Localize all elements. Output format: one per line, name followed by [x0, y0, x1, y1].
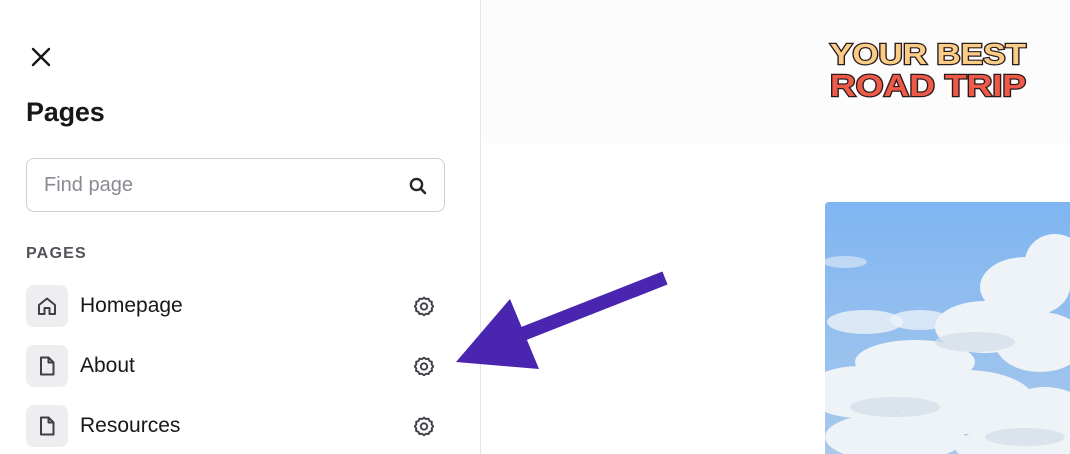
logo-line-2: ROAD TRIP: [830, 68, 1026, 103]
page-icon-box: [26, 285, 68, 327]
site-preview: YOUR BEST ROAD TRIP: [482, 0, 1070, 454]
search-input[interactable]: [44, 159, 404, 211]
page-label: Resources: [80, 414, 181, 437]
preview-header: YOUR BEST ROAD TRIP: [482, 0, 1070, 143]
section-label-pages: PAGES: [26, 245, 87, 262]
page-item-about[interactable]: About: [26, 345, 446, 405]
close-button[interactable]: [27, 43, 55, 71]
search-icon[interactable]: [408, 176, 428, 196]
find-page-search[interactable]: [26, 158, 445, 212]
page-label: Homepage: [80, 294, 183, 317]
site-logo[interactable]: YOUR BEST ROAD TRIP: [828, 34, 1032, 104]
page-label: About: [80, 354, 135, 377]
close-icon: [31, 47, 51, 67]
app-frame: Pages PAGES Homepage: [0, 0, 1070, 454]
page-settings-button[interactable]: [411, 414, 437, 440]
hero-image: [825, 202, 1070, 454]
page-settings-button[interactable]: [411, 354, 437, 380]
home-icon: [38, 297, 56, 315]
logo-line-1: YOUR BEST: [830, 39, 1026, 71]
document-icon: [40, 356, 55, 376]
panel-title: Pages: [26, 97, 105, 127]
page-settings-button[interactable]: [411, 294, 437, 320]
pages-panel: Pages PAGES Homepage: [0, 0, 481, 454]
document-icon: [40, 416, 55, 436]
page-icon-box: [26, 405, 68, 447]
gear-icon: [413, 356, 435, 377]
gear-icon: [413, 416, 435, 437]
page-icon-box: [26, 345, 68, 387]
gear-icon: [413, 296, 435, 317]
page-item-homepage[interactable]: Homepage: [26, 285, 446, 345]
sky-clouds: [825, 202, 1070, 454]
page-list: Homepage About Resources: [26, 285, 446, 454]
page-item-resources[interactable]: Resources: [26, 405, 446, 454]
